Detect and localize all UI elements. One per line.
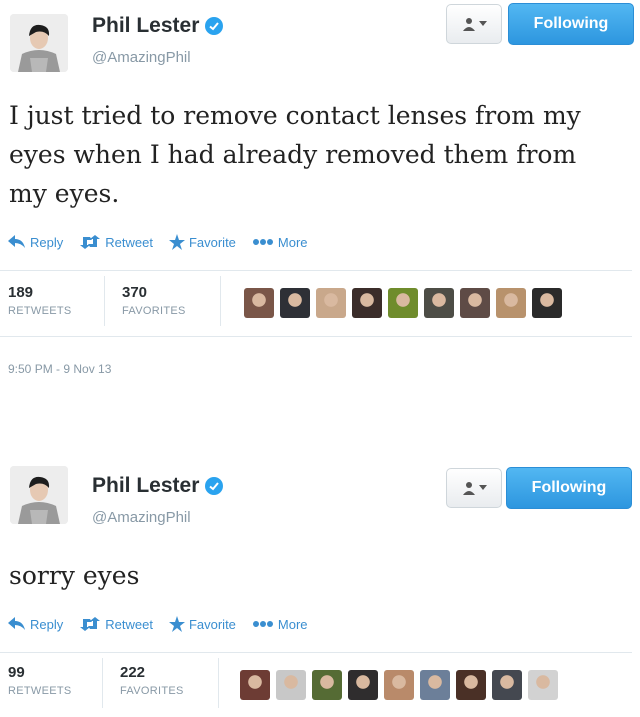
favoriter-avatar[interactable] — [460, 288, 490, 318]
author-handle[interactable]: @AmazingPhil — [92, 49, 191, 66]
retweets-count: 99 — [8, 664, 25, 681]
favoriter-avatar[interactable] — [316, 288, 346, 318]
favorite-label: Favorite — [188, 616, 236, 632]
reply-label: Reply — [30, 234, 64, 250]
more-label: More — [277, 616, 308, 632]
author-name[interactable]: Phil Lester — [92, 474, 199, 498]
favoriter-avatar[interactable] — [532, 288, 562, 318]
favoriter-avatar[interactable] — [496, 288, 526, 318]
favoriter-avatar[interactable] — [352, 288, 382, 318]
tweet-timestamp[interactable]: 9:50 PM - 9 Nov 13 — [8, 362, 111, 376]
divider — [0, 652, 632, 653]
user-icon — [462, 18, 475, 31]
favorites-label: FAVORITES — [122, 305, 186, 317]
favoriter-avatar[interactable] — [348, 670, 378, 700]
retweets-label: RETWEETS — [8, 305, 72, 317]
more-dots-icon — [252, 621, 273, 627]
retweets-count: 189 — [8, 284, 34, 301]
favorites-stat[interactable]: 222 FAVORITES — [120, 664, 184, 697]
favoriters-avatars — [244, 288, 562, 318]
following-button[interactable]: Following — [508, 3, 634, 45]
retweet-action[interactable]: Retweet — [79, 235, 153, 250]
caret-down-icon — [478, 21, 487, 26]
more-action[interactable]: More — [252, 235, 308, 250]
favoriter-avatar[interactable] — [280, 288, 310, 318]
reply-icon — [8, 617, 25, 630]
tweet-text: sorry eyes — [9, 561, 140, 590]
tweet-text: I just tried to remove contact lenses fr… — [9, 101, 581, 208]
favoriter-avatar[interactable] — [388, 288, 418, 318]
more-dots-icon — [252, 239, 273, 245]
favoriter-avatar[interactable] — [276, 670, 306, 700]
favorites-count: 222 — [120, 664, 146, 681]
divider — [220, 276, 221, 326]
following-button[interactable]: Following — [506, 467, 632, 509]
reply-action[interactable]: Reply — [8, 617, 63, 632]
more-action[interactable]: More — [252, 617, 308, 632]
more-label: More — [277, 234, 308, 250]
star-icon — [168, 234, 185, 250]
reply-label: Reply — [30, 616, 64, 632]
star-icon — [168, 616, 185, 632]
retweet-label: Retweet — [105, 234, 153, 250]
favoriter-avatar[interactable] — [424, 288, 454, 318]
favoriter-avatar[interactable] — [420, 670, 450, 700]
tweet-actions: Reply Retweet Favorite More — [8, 234, 324, 250]
retweet-label: Retweet — [105, 616, 153, 632]
favorites-count: 370 — [122, 284, 148, 301]
favorite-action[interactable]: Favorite — [168, 616, 236, 632]
verified-badge-icon — [205, 477, 224, 495]
retweet-icon — [80, 235, 101, 249]
retweets-stat[interactable]: 189 RETWEETS — [8, 284, 72, 317]
user-icon — [462, 482, 475, 495]
divider — [0, 270, 632, 271]
favoriter-avatar[interactable] — [492, 670, 522, 700]
author-name[interactable]: Phil Lester — [92, 14, 199, 38]
user-actions-dropdown[interactable] — [446, 468, 502, 508]
favorites-stat[interactable]: 370 FAVORITES — [122, 284, 186, 317]
favoriter-avatar[interactable] — [240, 670, 270, 700]
favoriter-avatar[interactable] — [312, 670, 342, 700]
favorites-label: FAVORITES — [120, 685, 184, 697]
favoriter-avatar[interactable] — [384, 670, 414, 700]
tweet-actions: Reply Retweet Favorite More — [8, 616, 324, 632]
reply-icon — [8, 235, 25, 248]
author-handle[interactable]: @AmazingPhil — [92, 509, 191, 526]
divider — [218, 658, 219, 708]
caret-down-icon — [478, 485, 487, 490]
user-actions-dropdown[interactable] — [446, 4, 502, 44]
favoriter-avatar[interactable] — [528, 670, 558, 700]
tweet-card: Phil Lester @AmazingPhil Following I jus… — [0, 0, 640, 400]
reply-action[interactable]: Reply — [8, 235, 63, 250]
retweet-action[interactable]: Retweet — [79, 617, 153, 632]
avatar[interactable] — [10, 14, 68, 72]
retweets-label: RETWEETS — [8, 685, 72, 697]
favoriter-avatar[interactable] — [456, 670, 486, 700]
verified-badge-icon — [205, 17, 224, 35]
divider — [0, 336, 632, 337]
retweets-stat[interactable]: 99 RETWEETS — [8, 664, 72, 697]
divider — [102, 658, 103, 708]
avatar[interactable] — [10, 466, 68, 524]
divider — [104, 276, 105, 326]
retweet-icon — [80, 617, 101, 631]
favoriters-avatars — [240, 670, 558, 700]
favorite-action[interactable]: Favorite — [168, 234, 236, 250]
favoriter-avatar[interactable] — [244, 288, 274, 318]
favorite-label: Favorite — [188, 234, 236, 250]
tweet-card: Phil Lester @AmazingPhil Following sorry… — [0, 460, 640, 717]
